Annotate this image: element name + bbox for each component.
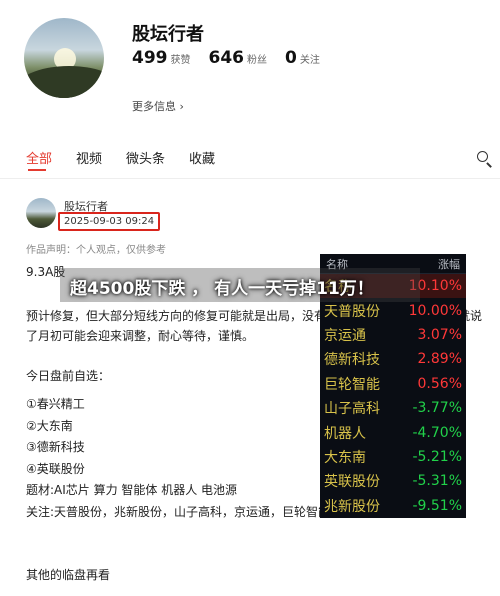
stock-change: 2.89% [417,351,462,368]
stock-change: -5.31% [412,473,462,490]
stock-row[interactable]: 天普股份 10.00% [320,298,466,322]
post-footer-line: 其他的临盘再看 [26,568,111,582]
stock-name: 巨轮智能 [324,376,380,393]
stock-row[interactable]: 机器人 -4.70% [320,420,466,444]
stock-name: 机器人 [324,425,366,442]
stock-row[interactable]: 山子高科 -3.77% [320,396,466,420]
stat-likes: 499 获赞 [132,48,191,68]
post-statement: 作品声明：个人观点，仅供参考 [26,245,166,256]
active-tab-indicator [28,169,46,171]
stock-row[interactable]: 德新科技 2.89% [320,347,466,371]
stat-following[interactable]: 0 关注 [285,48,320,68]
pick-item: ③德新科技 [26,440,85,454]
profile-avatar[interactable] [24,18,104,98]
pick-item: ④英联股份 [26,461,85,476]
search-icon[interactable] [476,150,494,168]
stock-row[interactable]: 兆新股份 -9.51% [320,494,466,518]
stock-row[interactable]: 京运通 3.07% [320,323,466,347]
stock-name: 英联股份 [324,474,380,491]
stat-likes-count: 499 [132,48,168,68]
post-timestamp: 2025-09-03 09:24 [58,212,161,231]
tab-favorites[interactable]: 收藏 [189,148,215,167]
stock-change: 10.00% [408,302,462,319]
stock-change: -4.70% [412,424,462,441]
stock-change: 0.56% [417,375,462,392]
stock-table-rows: 名称 10.10% 天普股份 10.00% 京运通 3.07% 德新科技 2.89% 巨轮智能 0… [320,274,466,518]
profile-stats: 499 获赞 646 粉丝 0 关注 [132,48,320,68]
stock-name: 天普股份 [324,303,380,320]
pick-item: ①春兴精工 [26,397,85,411]
profile-header: 股坛行者 499 获赞 646 粉丝 0 关注 更多信息 › [0,0,500,140]
article-headline[interactable]: 超4500股下跌 ， 有人一天亏掉11万！ [70,274,374,299]
stock-row[interactable]: 英联股份 -5.31% [320,469,466,493]
tab-video[interactable]: 视频 [76,148,102,167]
stock-name: 德新科技 [324,352,380,369]
post-picks-list: ①春兴精工 ②大东南 ③德新科技 ④英联股份 题材:AI芯片 算力 智能体 机器… [26,394,330,523]
tabs-divider [0,178,500,179]
stock-name: 京运通 [324,327,366,344]
post-themes: 题材:AI芯片 算力 智能体 机器人 电池源 [26,483,238,497]
stat-fans[interactable]: 646 粉丝 [209,48,268,68]
stock-row[interactable]: 巨轮智能 0.56% [320,372,466,396]
tab-all[interactable]: 全部 [26,148,52,167]
post-focus: 关注:天普股份，兆新股份，山子高科，京运通，巨轮智能 [26,504,331,519]
post-author-avatar[interactable] [26,198,56,228]
stat-following-count: 0 [285,48,297,68]
stat-fans-count: 646 [208,48,245,68]
pick-item: ②大东南 [26,418,73,433]
more-info-link[interactable]: 更多信息 › [132,98,184,114]
stock-name: 兆新股份 [324,498,380,515]
stock-change: 3.07% [417,326,462,343]
stock-row[interactable]: 大东南 -5.21% [320,445,466,469]
stock-name: 大东南 [324,449,366,466]
stock-change: -3.77% [412,400,462,417]
stock-table-header-change: 涨幅 [438,257,460,271]
stock-name: 山子高科 [324,401,380,418]
tab-micro-post[interactable]: 微头条 [126,148,165,167]
post-paragraph-3: 今日盘前自选： [26,369,111,383]
stat-following-label: 关注 [299,55,320,66]
profile-name: 股坛行者 [132,24,204,45]
stat-likes-label: 获赞 [170,55,191,66]
stock-change: -9.51% [412,497,462,514]
avatar-hill [24,66,104,98]
stat-fans-label: 粉丝 [247,55,267,66]
content-tabs: 全部 视频 微头条 收藏 [0,148,500,172]
stock-change: -5.21% [412,448,462,465]
